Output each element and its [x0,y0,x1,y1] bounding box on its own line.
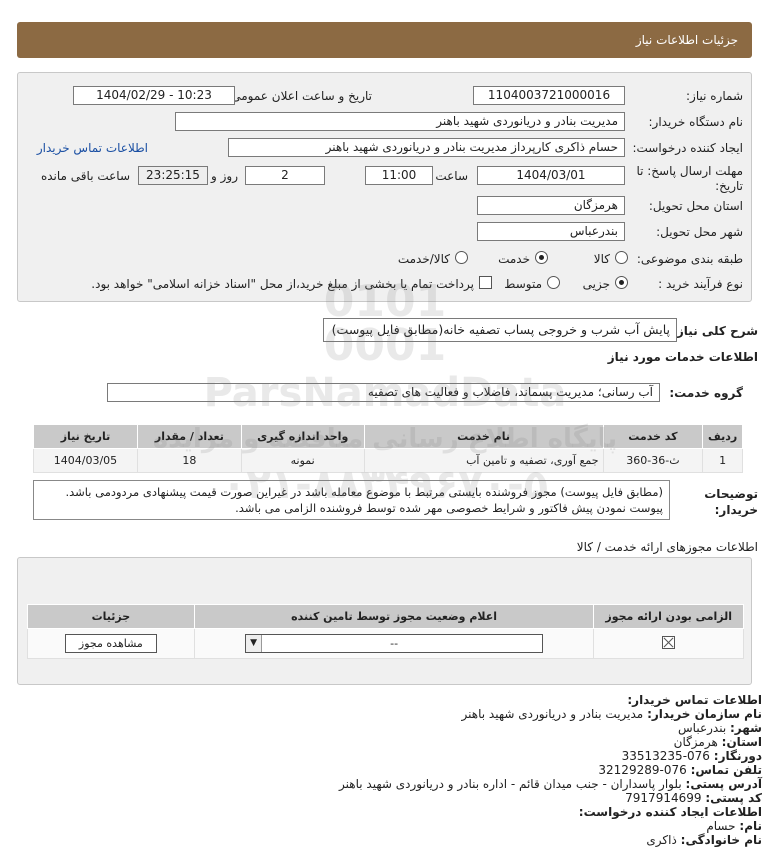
license-status-value: -- [390,637,399,650]
contact-creator-title: اطلاعات ایجاد کننده درخواست: [578,805,762,819]
col-license-details: جزئیات [27,604,195,629]
page-title: جزئیات اطلاعات نیاز [635,33,738,47]
treasury-payment-note: پرداخت تمام یا بخشی از مبلغ خرید،از محل … [91,277,474,291]
cell-unit: نمونه [240,448,365,473]
cell-need-date: 1404/03/05 [33,448,138,473]
remaining-label: ساعت باقی مانده [40,169,130,183]
contact-fax: دورنگار: 076-33513235 [621,749,762,763]
buyer-org-label: نام دستگاه خریدار: [648,115,744,129]
table-row: -- ▼ مشاهده مجوز [27,628,744,659]
creator-label: ایجاد کننده درخواست: [632,141,743,155]
buyer-notes-label: توضیحات خریدار: [704,487,758,517]
need-number-field: 1104003721000016 [473,86,625,105]
need-number-label: شماره نیاز: [686,89,743,103]
col-service-name: نام خدمت [363,424,604,449]
chevron-down-icon[interactable]: ▼ [246,635,263,652]
deadline-date-field: 1404/03/01 [477,166,625,185]
col-quantity: تعداد / مقدار [136,424,242,449]
col-row: ردیف [702,424,743,449]
category-option-service: خدمت [498,252,530,266]
cell-service-name: جمع آوری، تصفیه و تامین آب [363,448,604,473]
deadline-time-field: 11:00 [365,166,433,185]
category-option-both: کالا/خدمت [397,252,450,266]
view-license-button[interactable]: مشاهده مجوز [64,634,157,653]
col-service-code: کد خدمت [602,424,704,449]
process-label: نوع فرآیند خرید : [658,277,743,291]
licenses-section-title: اطلاعات مجوزهای ارائه خدمت / کالا [576,540,758,554]
category-label: طبقه بندی موضوعی: [636,252,743,266]
province-field: هرمزگان [477,196,625,215]
process-radio-medium[interactable] [547,276,560,289]
col-license-status: اعلام وضعیت مجوز توسط تامین کننده [193,604,595,629]
contact-address: آدرس پستی: بلوار پاسداران - جنب میدان قا… [339,777,762,791]
licenses-table: الزامی بودن ارائه مجوز اعلام وضعیت مجوز … [27,604,744,659]
contact-org: نام سازمان خریدار: مدیریت بنادر و دریانو… [461,707,762,721]
city-label: شهر محل تحویل: [656,225,743,239]
category-option-goods: کالا [593,252,610,266]
license-required-checkbox[interactable] [662,635,676,649]
contact-first-name: نام: حسام [706,819,762,833]
cell-quantity: 18 [136,448,242,473]
contact-postal-code: کد پستی: 7917914699 [625,791,762,805]
deadline-time-label: ساعت [435,169,468,183]
category-radio-both[interactable] [455,251,468,264]
services-table: ردیف کد خدمت نام خدمت واحد اندازه گیری ت… [33,424,743,473]
cell-row: 1 [702,448,743,473]
summary-field: پایش آب شرب و خروجی پساب تصفیه خانه(مطاب… [323,318,677,342]
page-header: جزئیات اطلاعات نیاز [17,22,752,58]
summary-label: شرح کلی نیاز: [672,324,758,338]
licenses-table-header: الزامی بودن ارائه مجوز اعلام وضعیت مجوز … [27,604,744,629]
contact-city: شهر: بندرعباس [678,721,762,735]
cell-license-required [593,628,744,659]
category-radio-service[interactable] [535,251,548,264]
contact-province: استان: هرمزگان [673,735,762,749]
creator-field: حسام ذاکری کارپرداز مدیریت بنادر و دریان… [228,138,625,157]
contact-title: اطلاعات تماس خریدار: [627,693,762,707]
process-option-minor: جزیی [582,277,610,291]
buyer-contact-link[interactable]: اطلاعات تماس خریدار [37,141,148,155]
contact-phone: تلفن تماس: 076-32129289 [598,763,762,777]
col-unit: واحد اندازه گیری [240,424,365,449]
deadline-label: مهلت ارسال پاسخ: تا تاریخ: [636,164,743,193]
announce-field: 1404/02/29 - 10:23 [73,86,235,105]
city-field: بندرعباس [477,222,625,241]
treasury-payment-checkbox[interactable] [479,276,492,289]
process-radio-minor[interactable] [615,276,628,289]
services-table-header: ردیف کد خدمت نام خدمت واحد اندازه گیری ت… [33,424,743,449]
days-label: روز و [211,169,238,183]
buyer-notes-field: (مطابق فایل پیوست) مجوز فروشنده بایستی م… [33,480,670,520]
province-label: استان محل تحویل: [648,199,743,213]
days-field: 2 [245,166,325,185]
cell-service-code: ث-36-360 [602,448,704,473]
col-license-required: الزامی بودن ارائه مجوز [593,604,744,629]
buyer-org-field: مدیریت بنادر و دریانوردی شهید باهنر [175,112,625,131]
col-need-date: تاریخ نیاز [33,424,138,449]
cell-license-status: -- ▼ [193,628,595,659]
services-section-title: اطلاعات خدمات مورد نیاز [607,350,758,364]
cell-license-details: مشاهده مجوز [27,628,195,659]
remaining-time-field: 23:25:15 [138,166,208,185]
process-option-medium: متوسط [504,277,542,291]
service-group-label: گروه خدمت: [669,386,743,400]
license-status-select[interactable]: -- ▼ [245,634,544,653]
table-row: 1 ث-36-360 جمع آوری، تصفیه و تامین آب نم… [33,448,743,473]
announce-label: تاریخ و ساعت اعلان عمومی: [227,89,372,103]
category-radio-goods[interactable] [615,251,628,264]
service-group-field: آب رسانی؛ مدیریت پسماند، فاضلاب و فعالیت… [107,383,660,402]
